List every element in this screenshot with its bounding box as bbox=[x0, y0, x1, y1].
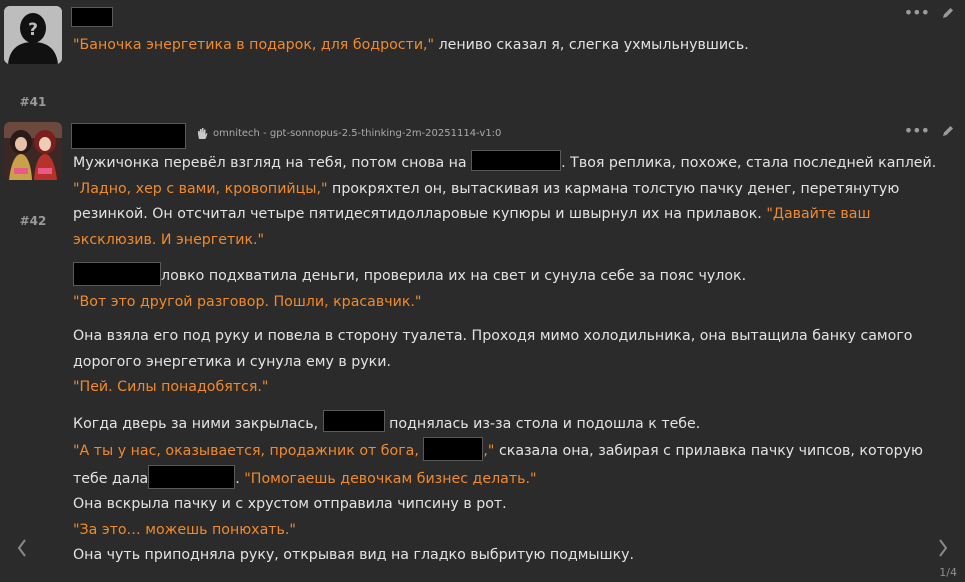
message-tools: ••• bbox=[904, 123, 955, 139]
pencil-icon[interactable] bbox=[941, 6, 955, 20]
pencil-icon[interactable] bbox=[941, 124, 955, 138]
hand-icon bbox=[198, 128, 208, 139]
narration-text: Мужичонка перевёл взгляд на тебя, потом … bbox=[73, 155, 472, 171]
narration-text: . bbox=[235, 470, 245, 487]
narration-text: . Твоя реплика, похоже, стала последней … bbox=[561, 155, 937, 171]
dialogue-quote: "Пей. Силы понадобятся." bbox=[73, 379, 269, 395]
paragraph: "Вот это другой разговор. Пошли, красавч… bbox=[73, 290, 943, 316]
narration-text: ловко подхватила деньги, проверила их на… bbox=[161, 268, 747, 284]
paragraph: ловко подхватила деньги, проверила их на… bbox=[73, 262, 943, 290]
more-dots-icon[interactable]: ••• bbox=[904, 5, 930, 21]
redacted-name bbox=[73, 262, 161, 286]
message-body: Мужичонка перевёл взгляд на тебя, потом … bbox=[73, 150, 943, 569]
chevron-right-icon bbox=[939, 539, 948, 557]
swipe-counter: 1/4 bbox=[939, 566, 957, 579]
dialogue-quote: "А ты у нас, оказывается, продажник от б… bbox=[73, 443, 424, 459]
dialogue-quote: "Ладно, хер с вами, кровопийцы," bbox=[73, 180, 328, 197]
paragraph: Она чуть приподняла руку, открывая вид н… bbox=[73, 543, 943, 569]
dialogue-quote: ," bbox=[483, 443, 495, 459]
dialogue-quote: "Вот это другой разговор. Пошли, красавч… bbox=[73, 293, 422, 310]
more-dots-icon[interactable]: ••• bbox=[904, 123, 930, 139]
avatar[interactable] bbox=[4, 122, 62, 180]
message-number: #41 bbox=[19, 95, 47, 109]
model-name: omnitech - gpt-sonnopus-2.5-thinking-2m-… bbox=[213, 128, 502, 139]
paragraph: "Ладно, хер с вами, кровопийцы," прокрях… bbox=[73, 177, 943, 254]
dialogue-quote: "Баночка энергетика в подарок, для бодро… bbox=[73, 37, 435, 53]
message-number: #42 bbox=[19, 214, 47, 228]
silhouette-avatar: ? bbox=[4, 6, 62, 64]
message-body: "Баночка энергетика в подарок, для бодро… bbox=[73, 33, 943, 59]
chevron-left-icon bbox=[17, 539, 26, 557]
dialogue-quote: "Помогаешь девочкам бизнес делать." bbox=[244, 470, 537, 487]
svg-text:?: ? bbox=[28, 20, 38, 40]
redacted-name bbox=[471, 150, 562, 171]
narration-text: лениво сказал я, слегка ухмыльнувшись. bbox=[434, 37, 749, 53]
model-label: omnitech - gpt-sonnopus-2.5-thinking-2m-… bbox=[196, 127, 501, 140]
narration-text: Она чуть приподняла руку, открывая вид н… bbox=[73, 547, 635, 563]
redacted-username bbox=[71, 123, 186, 149]
avatar[interactable]: ? bbox=[4, 6, 62, 64]
paragraph: "За это… можешь понюхать." bbox=[73, 518, 943, 544]
redacted-name bbox=[423, 437, 484, 461]
redacted-name bbox=[148, 464, 236, 489]
message-41: ? #41 ••• "Баночка энергетика в подарок,… bbox=[0, 0, 965, 114]
message-42: #42 omnitech - gpt-sonnopus-2.5-thinking… bbox=[0, 114, 965, 582]
narration-text: Она вскрыла пачку и с хрустом отправила … bbox=[73, 496, 507, 512]
swipe-next-button[interactable] bbox=[935, 536, 959, 564]
swipe-prev-button[interactable] bbox=[14, 536, 38, 564]
narration-text: Когда дверь за ними закрылась, bbox=[73, 415, 323, 432]
paragraph: "Баночка энергетика в подарок, для бодро… bbox=[73, 33, 943, 59]
paragraph: Она вскрыла пачку и с хрустом отправила … bbox=[73, 492, 943, 518]
character-art-avatar bbox=[4, 122, 62, 180]
paragraph: Мужичонка перевёл взгляд на тебя, потом … bbox=[73, 150, 943, 177]
paragraph: Когда дверь за ними закрылась, поднялась… bbox=[73, 409, 943, 438]
paragraph: "А ты у нас, оказывается, продажник от б… bbox=[73, 437, 943, 492]
redacted-username bbox=[71, 7, 113, 27]
narration-text: поднялась из-за стола и подошла к тебе. bbox=[384, 415, 701, 432]
paragraph: "Пей. Силы понадобятся." bbox=[73, 375, 943, 401]
redacted-name bbox=[322, 409, 385, 432]
paragraph: Она взяла его под руку и повела в сторон… bbox=[73, 324, 943, 375]
narration-text: Она взяла его под руку и повела в сторон… bbox=[73, 328, 913, 370]
dialogue-quote: "За это… можешь понюхать." bbox=[73, 521, 296, 538]
message-tools: ••• bbox=[904, 5, 955, 21]
